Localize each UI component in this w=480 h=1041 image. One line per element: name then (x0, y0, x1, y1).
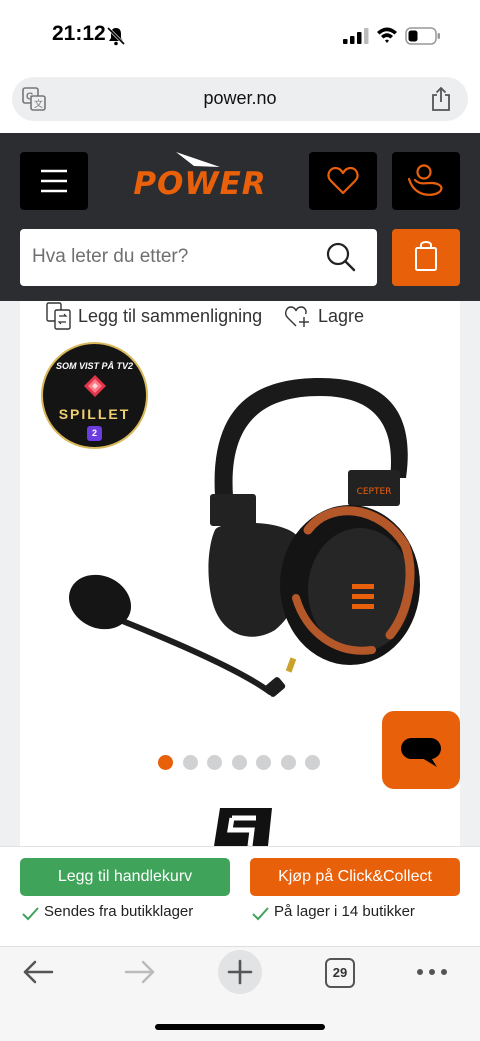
brand-logo (214, 808, 272, 846)
gallery-dot[interactable] (182, 755, 198, 770)
click-collect-button[interactable]: Kjøp på Click&Collect (250, 858, 460, 896)
gallery-dot[interactable] (256, 755, 271, 770)
gallery-dots (158, 755, 330, 771)
chat-icon (401, 738, 441, 767)
headset-brand-text: CEPTER (357, 487, 392, 497)
gallery-dot[interactable] (280, 755, 296, 770)
search-box[interactable] (20, 229, 377, 286)
save-label: Lagre (318, 305, 365, 326)
signal-icon (343, 28, 369, 44)
gallery-dot[interactable] (207, 755, 222, 770)
stock-status: På lager i 14 butikker (252, 900, 415, 922)
page-root: 21:12 G 文 power.no POWER Hva leter du et… (0, 0, 480, 1041)
gallery-dot[interactable] (158, 755, 173, 770)
account-button[interactable] (392, 152, 460, 210)
shipping-status: Sendes fra butikklager (22, 900, 193, 922)
back-icon[interactable] (22, 958, 54, 986)
heart-icon (327, 166, 359, 195)
shopping-bag-icon (415, 241, 437, 271)
chat-button[interactable] (382, 711, 460, 789)
save-link[interactable]: Lagre (284, 302, 364, 330)
gallery-dot[interactable] (231, 755, 247, 770)
menu-icon (41, 169, 67, 193)
check-icon (252, 907, 269, 921)
url-bar[interactable]: G 文 power.no (12, 77, 468, 121)
status-bar: 21:12 (0, 0, 480, 72)
forward-icon[interactable] (124, 958, 156, 986)
heart-plus-icon (285, 306, 309, 327)
compare-label: Legg til sammenligning (78, 305, 263, 326)
url-text[interactable]: power.no (12, 88, 468, 109)
stock-status-text: På lager i 14 butikker (274, 902, 415, 920)
tabs-button[interactable]: 29 (325, 958, 355, 988)
share-icon[interactable] (430, 86, 452, 112)
logo-text: POWER (133, 166, 266, 200)
battery-icon (405, 27, 440, 45)
home-indicator[interactable] (155, 1024, 325, 1030)
more-icon[interactable] (416, 962, 448, 982)
account-icon (407, 164, 443, 196)
menu-button[interactable] (20, 152, 88, 210)
product-image[interactable]: CEPTER (60, 370, 430, 710)
gallery-dot[interactable] (305, 755, 320, 770)
favorites-button[interactable] (309, 152, 377, 210)
power-logo[interactable]: POWER (108, 150, 292, 200)
plus-icon (227, 959, 253, 985)
new-tab-button[interactable] (218, 950, 262, 994)
shipping-status-text: Sendes fra butikklager (44, 902, 194, 920)
add-to-cart-button[interactable]: Legg til handlekurv (20, 858, 230, 896)
search-input[interactable] (32, 239, 312, 275)
cart-button[interactable] (392, 229, 460, 286)
check-icon (22, 907, 39, 921)
bell-slash-icon (106, 26, 126, 46)
search-icon[interactable] (325, 241, 357, 273)
wifi-icon (377, 27, 397, 43)
status-time: 21:12 (52, 22, 106, 45)
compare-link[interactable]: Legg til sammenligning (46, 302, 262, 330)
compare-icon (46, 302, 71, 330)
